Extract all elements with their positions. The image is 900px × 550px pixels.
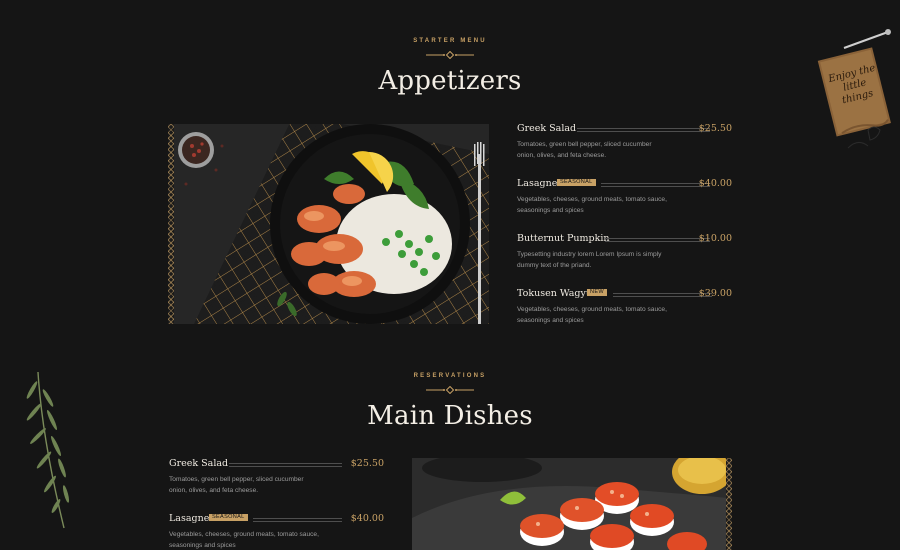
- menu-item[interactable]: Tokusen Wagyu NEW $39.00 Vegetables, che…: [517, 288, 732, 338]
- item-badge-new: NEW: [587, 289, 607, 296]
- item-price: $25.50: [350, 458, 384, 469]
- item-name: Lasagne: [169, 513, 210, 524]
- item-price: $40.00: [350, 513, 384, 524]
- item-divider: [253, 518, 342, 522]
- item-price: $39.00: [698, 288, 732, 299]
- photo-frame-right: [726, 458, 732, 550]
- item-name: Butternut Pumpkin: [517, 233, 610, 244]
- item-name: Tokusen Wagyu: [517, 288, 592, 299]
- item-description: Vegetables, cheeses, ground meats, tomat…: [517, 196, 667, 214]
- title-ornament-icon: [426, 386, 474, 394]
- appetizers-photo: [174, 124, 489, 324]
- item-divider: [601, 183, 710, 187]
- item-name: Lasagne: [517, 178, 558, 189]
- item-divider: [605, 238, 710, 242]
- menu-item[interactable]: Lasagne SEASONAL $40.00 Vegetables, chee…: [169, 513, 384, 550]
- menu-item[interactable]: Lasagne SEASONAL $40.00 Vegetables, chee…: [517, 178, 732, 228]
- menu-item[interactable]: Greek Salad $25.50 Tomatoes, green bell …: [169, 458, 384, 508]
- item-name: Greek Salad: [517, 123, 577, 134]
- item-badge-seasonal: SEASONAL: [557, 179, 596, 186]
- main-dishes-photo: [412, 458, 726, 550]
- item-divider: [613, 293, 712, 297]
- menu-item[interactable]: Butternut Pumpkin $10.00 Typesetting ind…: [517, 233, 732, 283]
- item-price: $40.00: [698, 178, 732, 189]
- item-price: $10.00: [698, 233, 732, 244]
- item-description: Tomatoes, green bell pepper, sliced cucu…: [517, 141, 652, 159]
- main-dishes-title: Main Dishes: [367, 401, 533, 431]
- item-divider: [229, 463, 342, 467]
- item-description: Vegetables, cheeses, ground meats, tomat…: [517, 306, 667, 324]
- item-description: Typesetting industry lorem Lorem Ipsum i…: [517, 251, 662, 269]
- menu-item[interactable]: Greek Salad $25.50 Tomatoes, green bell …: [517, 123, 732, 173]
- item-description: Tomatoes, green bell pepper, sliced cucu…: [169, 476, 304, 494]
- title-ornament-icon: [426, 51, 474, 59]
- item-name: Greek Salad: [169, 458, 229, 469]
- decor-rosemary-sprig: [8, 368, 78, 533]
- item-badge-seasonal: SEASONAL: [209, 514, 248, 521]
- appetizers-eyebrow: STARTER MENU: [413, 38, 487, 44]
- item-price: $25.50: [698, 123, 732, 134]
- item-description: Vegetables, cheeses, ground meats, tomat…: [169, 531, 319, 549]
- item-divider: [577, 128, 710, 132]
- main-dishes-eyebrow: RESERVATIONS: [413, 373, 487, 379]
- appetizers-title: Appetizers: [378, 66, 522, 96]
